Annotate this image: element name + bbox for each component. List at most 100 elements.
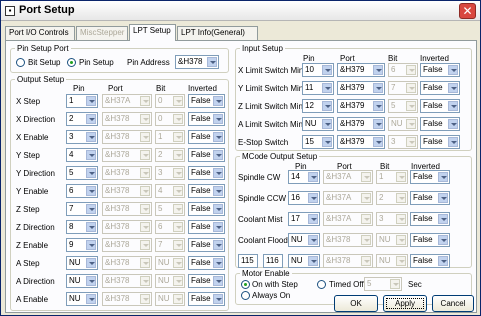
input-port-select[interactable]: &H379 <box>337 117 385 131</box>
output-inverted-select[interactable]: False <box>188 148 225 162</box>
mcode-custom-pin-select[interactable]: NU <box>288 254 320 268</box>
bit-setup-radio[interactable] <box>16 58 25 67</box>
output-pin-select[interactable]: NU <box>66 256 98 270</box>
output-pin-select[interactable]: 7 <box>66 202 98 216</box>
output-inverted-select[interactable]: False <box>188 220 225 234</box>
mcode-inverted-select[interactable]: False <box>410 191 450 205</box>
output-pin-select[interactable]: 2 <box>66 112 98 126</box>
tab-port-io-controls[interactable]: Port I/O Controls <box>5 26 75 40</box>
output-inverted-select[interactable]: False <box>188 184 225 198</box>
output-inverted-select[interactable]: False <box>188 112 225 126</box>
output-pin-select[interactable]: 4 <box>66 148 98 162</box>
mcode-row-label: Spindle CW <box>238 173 281 182</box>
mcode-custom-code-a[interactable]: 115 <box>238 254 258 268</box>
mcode-inverted-select[interactable]: False <box>410 233 450 247</box>
chevron-down-icon <box>213 258 223 268</box>
output-bit-select: 5 <box>155 202 185 216</box>
mcode-pin-select[interactable]: NU <box>288 233 320 247</box>
chevron-down-icon <box>438 214 448 224</box>
ok-button[interactable]: OK <box>334 295 378 312</box>
output-pin-select[interactable]: 3 <box>66 130 98 144</box>
always-on-radio[interactable] <box>241 291 250 300</box>
pin-setup-radio[interactable] <box>67 58 76 67</box>
output-inverted-select[interactable]: False <box>188 238 225 252</box>
output-inverted-select[interactable]: False <box>188 94 225 108</box>
close-button[interactable]: ✕ <box>459 3 476 19</box>
chevron-down-icon <box>373 65 383 75</box>
apply-button[interactable]: Apply <box>383 295 427 312</box>
mcode-inverted-select[interactable]: False <box>410 212 450 226</box>
input-pin-select[interactable]: 10 <box>302 63 334 77</box>
input-pin-select[interactable]: NU <box>302 117 334 131</box>
chevron-down-icon <box>448 83 458 93</box>
output-inverted-select[interactable]: False <box>188 130 225 144</box>
output-pin-select[interactable]: 5 <box>66 166 98 180</box>
mcode-pin-select[interactable]: 16 <box>288 191 320 205</box>
output-pin-select[interactable]: NU <box>66 292 98 306</box>
title-bar[interactable]: ▪ Port Setup ✕ <box>1 1 480 21</box>
input-row-label: A Limit Switch Min <box>238 120 303 129</box>
input-port-select[interactable]: &H379 <box>337 99 385 113</box>
input-setup-legend: Input Setup <box>242 44 283 53</box>
input-pin-value: 12 <box>305 101 314 110</box>
output-port-select: &H378 <box>102 274 152 288</box>
input-port-select[interactable]: &H379 <box>337 63 385 77</box>
output-inverted-select[interactable]: False <box>188 166 225 180</box>
timed-off-radio[interactable] <box>317 280 326 289</box>
output-inverted-select[interactable]: False <box>188 292 225 306</box>
mcode-custom-code-b[interactable]: 116 <box>263 254 283 268</box>
input-inverted-select[interactable]: False <box>420 63 460 77</box>
chevron-down-icon <box>213 168 223 178</box>
output-row-label: X Step <box>16 97 41 106</box>
on-with-step-radio[interactable] <box>241 280 250 289</box>
output-bit-value: 1 <box>158 132 163 141</box>
chevron-down-icon <box>86 222 96 232</box>
mcode-pin-select[interactable]: 14 <box>288 170 320 184</box>
chevron-down-icon <box>140 258 150 268</box>
chevron-down-icon <box>373 137 383 147</box>
tab-lpt-info-general[interactable]: LPT Info(General) <box>177 26 258 40</box>
cancel-button[interactable]: Cancel <box>432 295 474 312</box>
chevron-down-icon <box>173 204 183 214</box>
chevron-down-icon <box>140 276 150 286</box>
chevron-down-icon <box>361 214 371 224</box>
output-pin-select[interactable]: 6 <box>66 184 98 198</box>
chevron-down-icon <box>140 222 150 232</box>
input-inverted-select[interactable]: False <box>420 117 460 131</box>
chevron-down-icon <box>390 279 400 289</box>
tab-lpt-setup[interactable]: LPT Setup <box>129 24 176 41</box>
output-port-select: &H378 <box>102 202 152 216</box>
output-bit-select: 7 <box>155 238 185 252</box>
output-pin-select[interactable]: 9 <box>66 238 98 252</box>
chevron-down-icon <box>438 193 448 203</box>
input-port-select[interactable]: &H379 <box>337 81 385 95</box>
mcode-custom-inverted-select[interactable]: False <box>410 254 450 268</box>
mcode-pin-select[interactable]: 17 <box>288 212 320 226</box>
timed-off-label: Timed Off <box>329 280 364 289</box>
input-pin-select[interactable]: 12 <box>302 99 334 113</box>
input-inverted-value: False <box>423 119 443 128</box>
output-pin-select[interactable]: 1 <box>66 94 98 108</box>
input-inverted-select[interactable]: False <box>420 81 460 95</box>
input-inverted-select[interactable]: False <box>420 135 460 149</box>
output-pin-select[interactable]: NU <box>66 274 98 288</box>
tab-misc-stepper[interactable]: MiscStepper <box>76 26 128 40</box>
pin-setup-port-legend: Pin Setup Port <box>17 44 69 53</box>
output-inverted-select[interactable]: False <box>188 256 225 270</box>
output-row-label: A Direction <box>16 277 55 286</box>
chevron-down-icon <box>86 186 96 196</box>
mcode-port-select: &H378 <box>323 233 373 247</box>
output-inverted-select[interactable]: False <box>188 202 225 216</box>
input-inverted-select[interactable]: False <box>420 99 460 113</box>
input-inverted-value: False <box>423 65 443 74</box>
input-pin-select[interactable]: 15 <box>302 135 334 149</box>
pin-address-select[interactable]: &H378 <box>175 55 219 69</box>
mcode-custom-bit-select: NU <box>376 254 408 268</box>
output-pin-select[interactable]: 8 <box>66 220 98 234</box>
chevron-down-icon <box>438 235 448 245</box>
input-pin-select[interactable]: 11 <box>302 81 334 95</box>
input-port-select[interactable]: &H379 <box>337 135 385 149</box>
output-inverted-select[interactable]: False <box>188 274 225 288</box>
output-port-select: &H378 <box>102 130 152 144</box>
mcode-inverted-select[interactable]: False <box>410 170 450 184</box>
